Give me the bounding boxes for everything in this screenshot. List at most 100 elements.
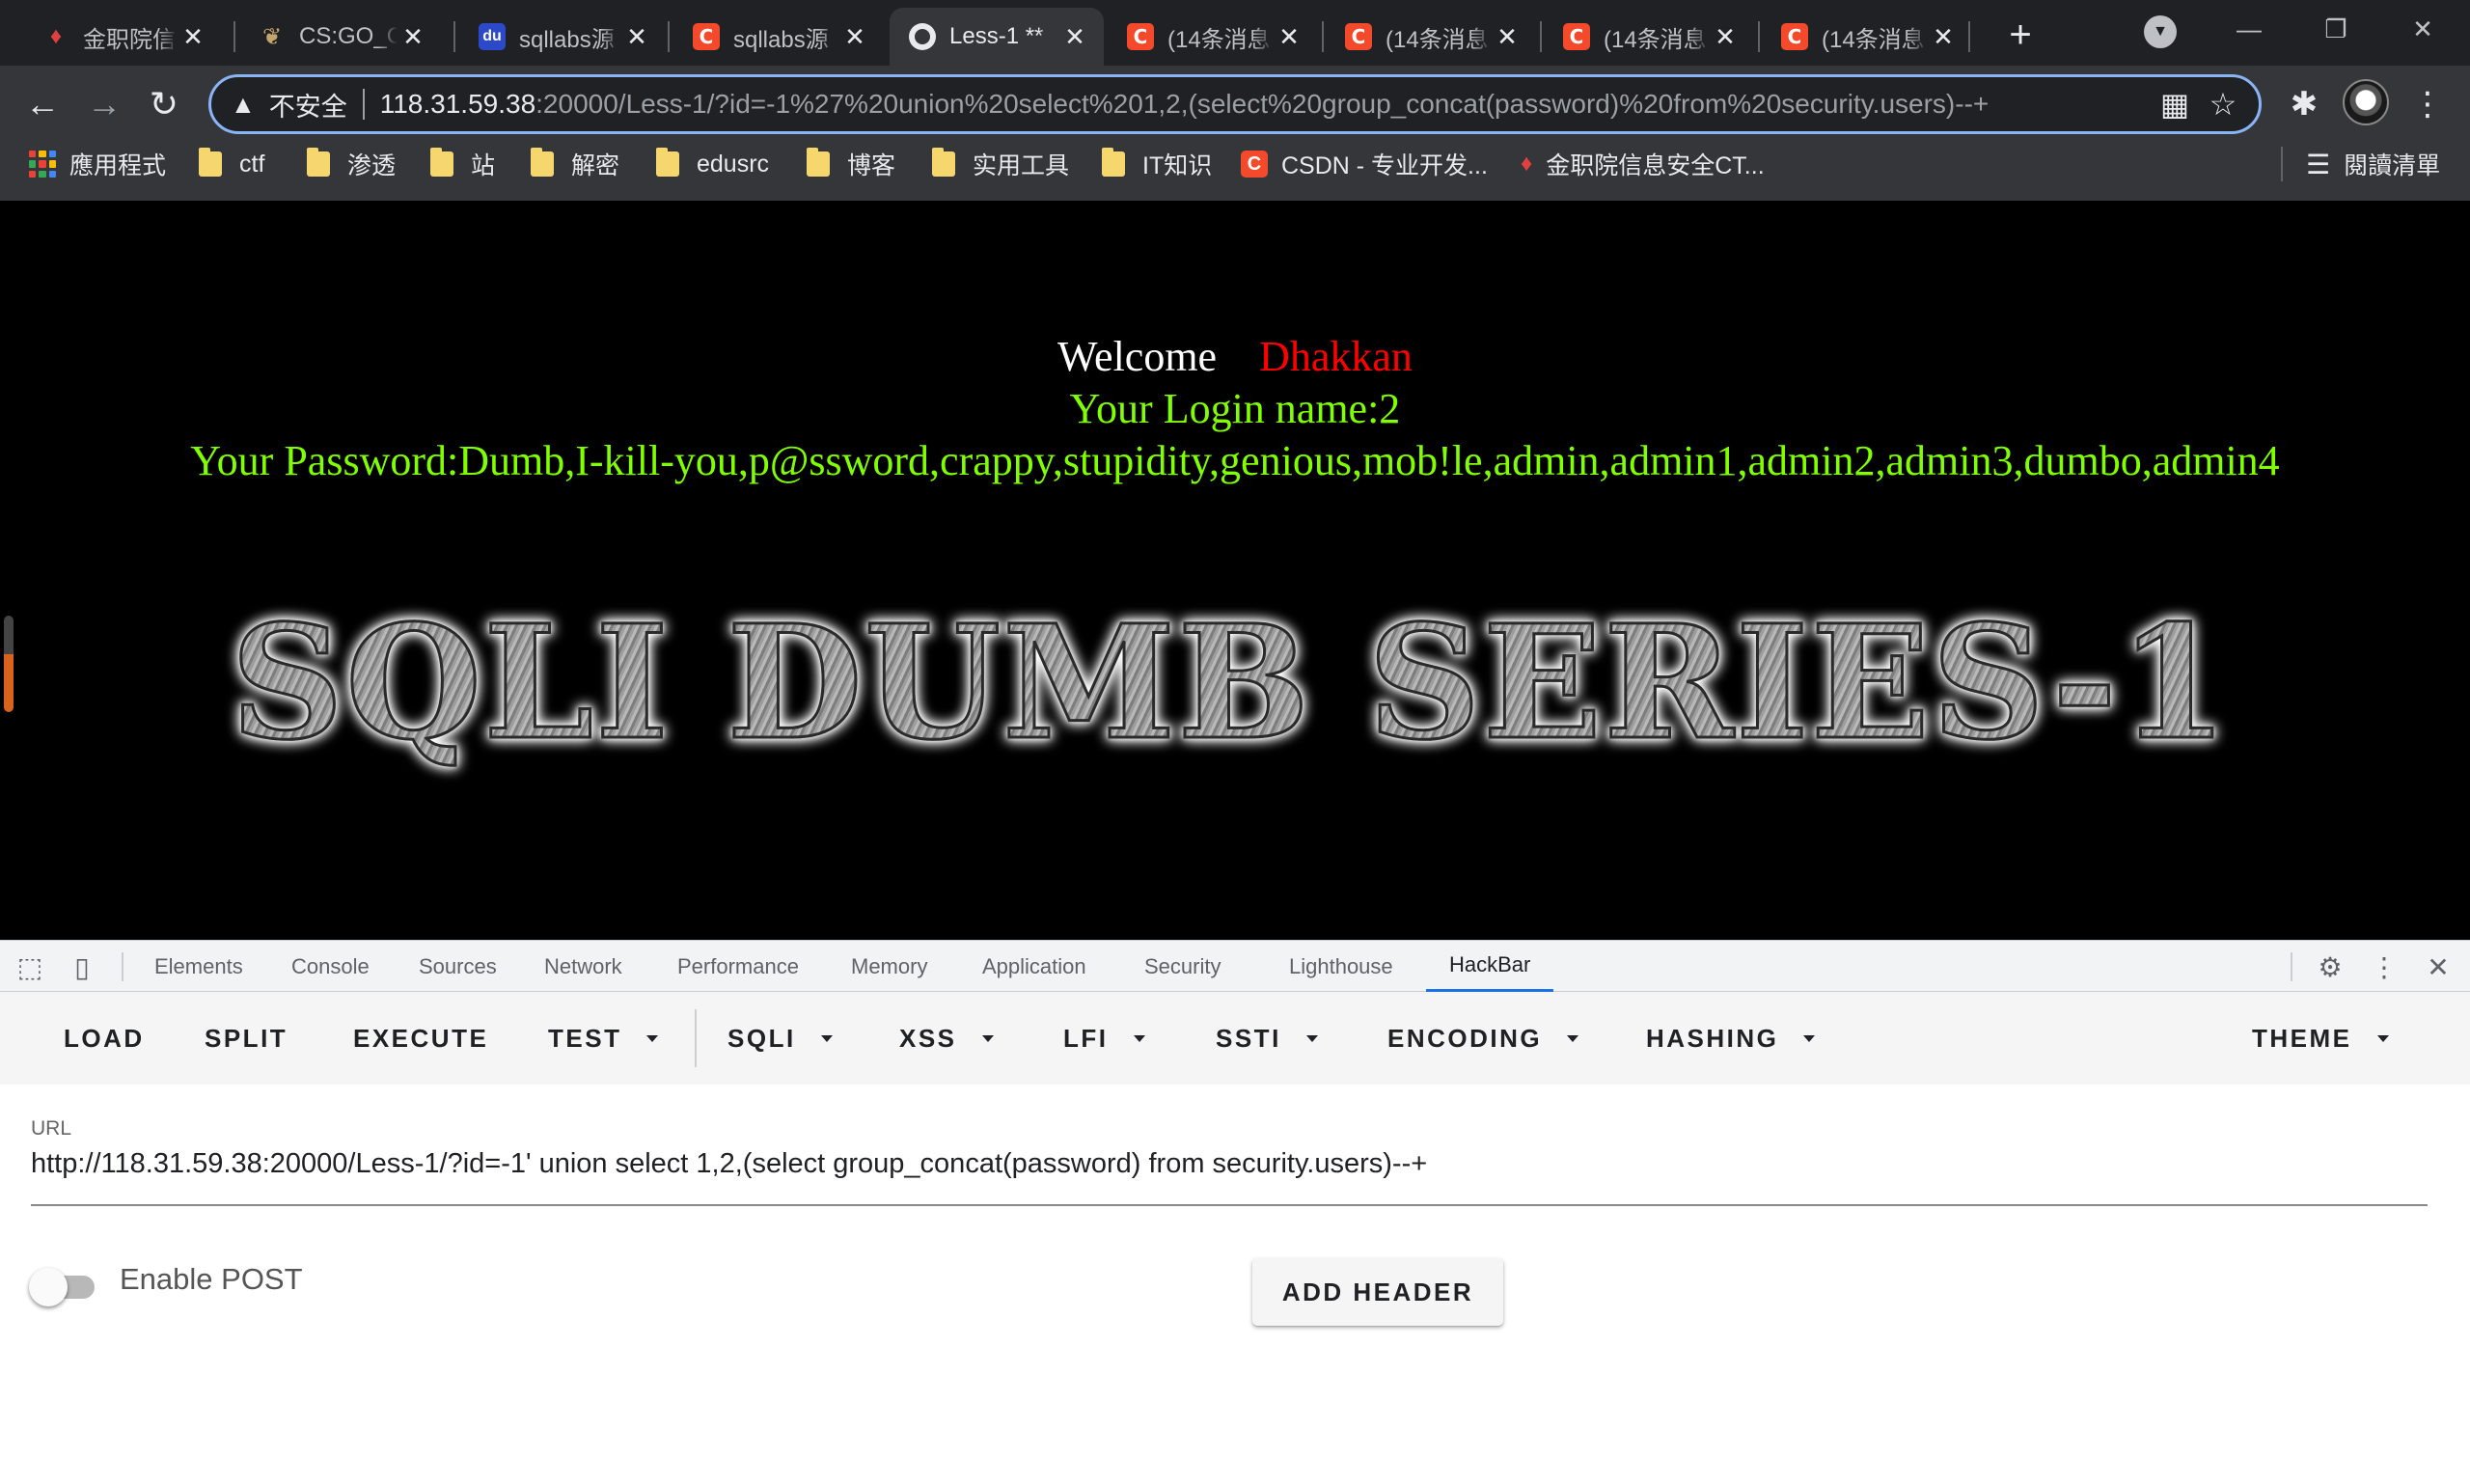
devtools-tab-console[interactable]: Console xyxy=(291,941,370,992)
reload-icon[interactable]: ↻ xyxy=(137,77,191,131)
enable-post-label[interactable]: Enable POST xyxy=(120,1262,303,1297)
bookmark-shentou[interactable]: 渗透 xyxy=(307,137,396,191)
close-icon[interactable]: ✕ xyxy=(1492,21,1523,52)
devtools-tab-network[interactable]: Network xyxy=(544,941,622,992)
hackbar-encoding-dropdown[interactable]: ENCODING xyxy=(1387,1013,1579,1063)
folder-icon xyxy=(199,148,222,177)
hackbar-xss-dropdown[interactable]: XSS xyxy=(899,1013,994,1063)
reading-list-label: 閱讀清單 xyxy=(2344,152,2441,179)
tab-separator xyxy=(1758,21,1760,52)
welcome-user: Dhakkan xyxy=(1259,333,1413,380)
bookmark-label: edusrc xyxy=(697,150,770,178)
inspect-element-icon[interactable]: ⬚ xyxy=(12,948,48,985)
tab-5-active[interactable]: Less-1 ** ✕ xyxy=(890,8,1104,66)
devtools-tab-security[interactable]: Security xyxy=(1144,941,1221,992)
extensions-puzzle-icon[interactable]: ✱ xyxy=(2277,77,2331,131)
device-toolbar-icon[interactable]: ▯ xyxy=(64,948,100,985)
devtools-close-icon[interactable]: ✕ xyxy=(2420,948,2456,985)
profile-avatar[interactable] xyxy=(2343,79,2389,125)
hackbar-test-dropdown[interactable]: TEST xyxy=(548,1013,659,1063)
close-icon[interactable]: ✕ xyxy=(839,21,870,52)
devtools-tab-elements[interactable]: Elements xyxy=(154,941,243,992)
close-icon[interactable]: ✕ xyxy=(1274,21,1304,52)
close-icon[interactable]: ✕ xyxy=(178,21,208,52)
devtools-kebab-icon[interactable]: ⋮ xyxy=(2366,948,2402,985)
menu-label: SQLI xyxy=(727,1023,796,1053)
tab-6[interactable]: C (14条消息 ✕ xyxy=(1108,8,1318,66)
close-icon[interactable]: ✕ xyxy=(398,21,428,52)
qr-code-icon[interactable]: ▦ xyxy=(2151,80,2199,128)
back-arrow-icon[interactable]: ← xyxy=(15,77,69,131)
address-url[interactable]: 118.31.59.38:20000/Less-1/?id=-1%27%20un… xyxy=(380,89,2151,120)
hackbar-lfi-dropdown[interactable]: LFI xyxy=(1063,1013,1145,1063)
bookmark-apps[interactable]: 應用程式 xyxy=(29,137,166,191)
close-icon[interactable]: ✕ xyxy=(621,21,652,52)
bookmark-jiemi[interactable]: 解密 xyxy=(531,137,619,191)
hackbar-load-button[interactable]: LOAD xyxy=(64,1013,145,1063)
menu-label: LOAD xyxy=(64,1023,145,1053)
devtools-tab-lighthouse[interactable]: Lighthouse xyxy=(1289,941,1393,992)
close-icon[interactable]: ✕ xyxy=(1928,21,1959,52)
tab-title: (14条消息 xyxy=(1167,26,1271,53)
add-header-button[interactable]: ADD HEADER xyxy=(1252,1258,1503,1326)
address-bar[interactable]: ▲ 不安全 118.31.59.38:20000/Less-1/?id=-1%2… xyxy=(208,74,2262,134)
settings-gear-icon[interactable]: ⚙ xyxy=(2312,948,2348,985)
tab-9[interactable]: C (14条消息 ✕ xyxy=(1762,8,1972,66)
globe-icon xyxy=(909,23,936,50)
tab-8[interactable]: C (14条消息 ✕ xyxy=(1544,8,1754,66)
window-close-icon[interactable]: ✕ xyxy=(2379,0,2466,58)
bookmark-tools[interactable]: 实用工具 xyxy=(932,137,1069,191)
caret-down-icon xyxy=(646,1034,659,1042)
devtools-tab-hackbar[interactable]: HackBar xyxy=(1426,941,1554,992)
folder-icon xyxy=(1102,148,1125,177)
tab-3[interactable]: du sqllabs源 ✕ xyxy=(459,8,666,66)
hackbar-ssti-dropdown[interactable]: SSTI xyxy=(1216,1013,1318,1063)
devtools-tab-sources[interactable]: Sources xyxy=(419,941,497,992)
bookmark-jinzhi[interactable]: ♦ 金职院信息安全CT... xyxy=(1521,137,1765,191)
tab-2[interactable]: ❦ CS:GO_C ✕ xyxy=(239,8,442,66)
hackbar-sqli-dropdown[interactable]: SQLI xyxy=(727,1013,833,1063)
bookmark-ctf[interactable]: ctf xyxy=(199,137,264,191)
new-tab-plus-icon[interactable]: + xyxy=(1993,10,2047,60)
bookmark-edusrc[interactable]: edusrc xyxy=(656,137,769,191)
browser-toolbar: ← → ↻ ▲ 不安全 118.31.59.38:20000/Less-1/?i… xyxy=(0,66,2470,201)
tab-separator xyxy=(1540,21,1542,52)
enable-post-toggle[interactable] xyxy=(29,1256,104,1310)
devtools-tab-memory[interactable]: Memory xyxy=(851,941,927,992)
jinzhi-icon: ♦ xyxy=(49,23,63,49)
minimize-icon[interactable]: — xyxy=(2206,0,2292,58)
url-input[interactable]: http://118.31.59.38:20000/Less-1/?id=-1'… xyxy=(31,1137,2428,1206)
forward-arrow-icon[interactable]: → xyxy=(77,77,131,131)
kebab-menu-icon[interactable]: ⋮ xyxy=(2401,77,2455,131)
bookmark-boke[interactable]: 博客 xyxy=(807,137,895,191)
tab-4[interactable]: C sqllabs源 ✕ xyxy=(673,8,884,66)
caret-down-icon xyxy=(1567,1034,1579,1042)
bookmark-zhan[interactable]: 站 xyxy=(430,137,495,191)
restore-icon[interactable]: ❐ xyxy=(2292,0,2379,58)
bookmark-it[interactable]: IT知识 xyxy=(1102,137,1212,191)
hackbar-hashing-dropdown[interactable]: HASHING xyxy=(1646,1013,1816,1063)
star-bookmark-icon[interactable]: ☆ xyxy=(2199,80,2247,128)
close-icon[interactable]: ✕ xyxy=(1059,21,1090,52)
tab-search-chevron-icon[interactable]: ▼ xyxy=(2144,15,2177,48)
tab-7[interactable]: C (14条消息 ✕ xyxy=(1326,8,1536,66)
devtools-tab-application[interactable]: Application xyxy=(982,941,1086,992)
devtools-tab-performance[interactable]: Performance xyxy=(677,941,799,992)
menu-label: THEME xyxy=(2252,1023,2352,1053)
bookmarks-separator xyxy=(2281,147,2283,181)
reading-list-button[interactable]: ☰ 閱讀清單 xyxy=(2306,137,2440,191)
folder-icon xyxy=(430,148,453,177)
hackbar-split-button[interactable]: SPLIT xyxy=(205,1013,288,1063)
tab-title: sqllabs源 xyxy=(519,26,615,53)
caret-down-icon xyxy=(981,1034,994,1042)
close-icon[interactable]: ✕ xyxy=(1710,21,1741,52)
tab-1[interactable]: ♦ 金职院信 ✕ xyxy=(23,8,222,66)
hackbar-execute-button[interactable]: EXECUTE xyxy=(353,1013,488,1063)
bookmark-label: 渗透 xyxy=(347,152,397,179)
folder-icon xyxy=(307,148,330,177)
toggle-knob xyxy=(29,1268,68,1306)
hackbar-theme-dropdown[interactable]: THEME xyxy=(2252,1013,2389,1063)
insecure-label[interactable]: 不安全 xyxy=(269,86,347,124)
devtools-separator xyxy=(2291,952,2292,981)
bookmark-csdn[interactable]: C CSDN - 专业开发... xyxy=(1241,137,1488,191)
